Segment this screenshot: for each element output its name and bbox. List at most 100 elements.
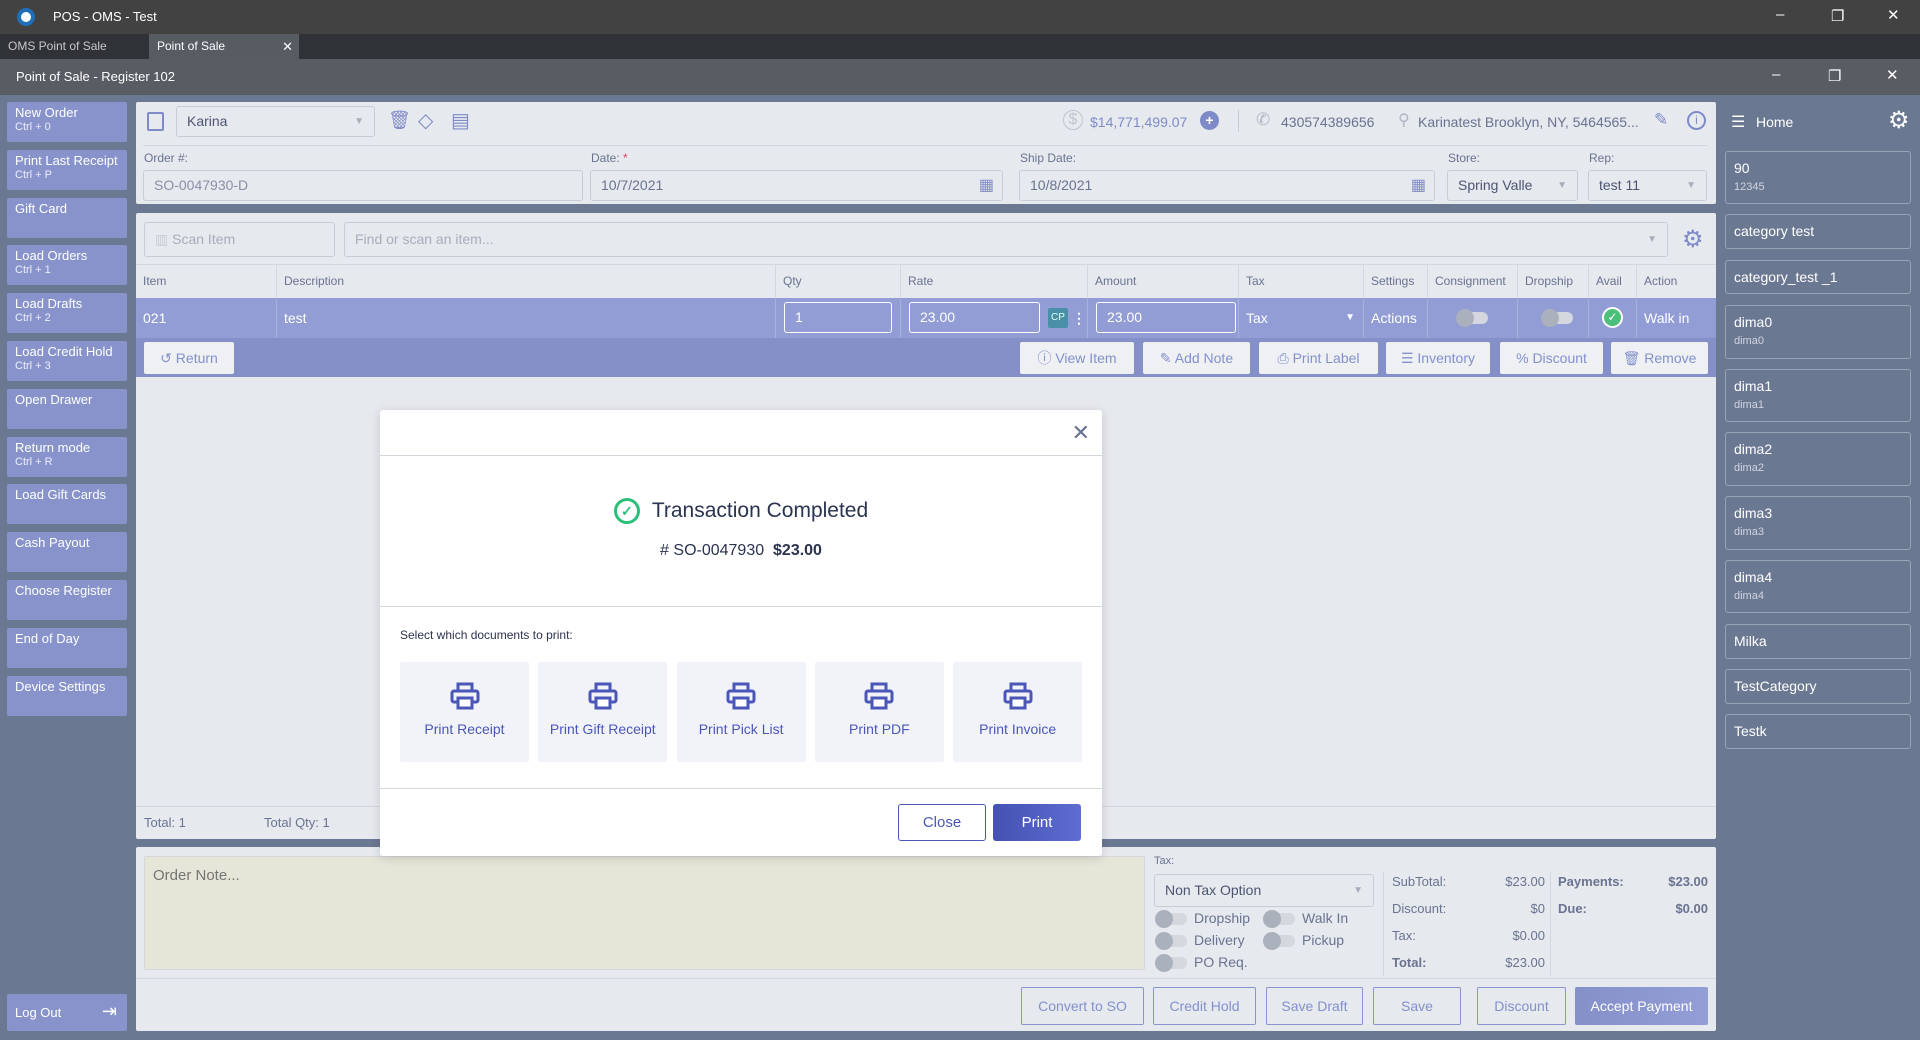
- column-header-item[interactable]: Item: [136, 264, 276, 298]
- column-header-action[interactable]: Action: [1636, 264, 1716, 298]
- sidebar-button-return-mode[interactable]: Return mode Ctrl + R: [7, 436, 127, 477]
- pickup-toggle[interactable]: [1263, 932, 1295, 950]
- sidebar-button-load-credit-hold[interactable]: Load Credit Hold Ctrl + 3: [7, 341, 127, 381]
- category-card[interactable]: Milka: [1725, 624, 1911, 659]
- tab-oms-point-of-sale[interactable]: OMS Point of Sale: [0, 34, 147, 59]
- add-note-button[interactable]: ✎ Add Note: [1143, 342, 1250, 374]
- close-modal-icon[interactable]: ✕: [1072, 420, 1090, 446]
- cp-badge[interactable]: CP: [1048, 308, 1068, 328]
- category-card[interactable]: 90 12345: [1725, 151, 1911, 204]
- sidebar-button-device-settings[interactable]: Device Settings: [7, 675, 127, 716]
- order-note-input[interactable]: [144, 856, 1145, 970]
- doc-option-print-invoice[interactable]: Print Invoice: [953, 662, 1083, 762]
- doc-option-print-receipt[interactable]: Print Receipt: [400, 662, 529, 762]
- home-link[interactable]: Home: [1756, 114, 1793, 130]
- walk-in-toggle[interactable]: [1263, 910, 1295, 928]
- column-header-qty[interactable]: Qty: [775, 264, 900, 298]
- menu-icon[interactable]: ☰: [1731, 112, 1745, 132]
- sidebar-button-gift-card[interactable]: Gift Card: [7, 197, 127, 238]
- tab-point-of-sale[interactable]: Point of Sale ✕: [149, 34, 299, 59]
- credit-hold-button[interactable]: Credit Hold: [1153, 987, 1256, 1025]
- column-header-tax[interactable]: Tax: [1238, 264, 1363, 298]
- doc-option-print-pdf[interactable]: Print PDF: [814, 662, 944, 762]
- column-header-rate[interactable]: Rate: [900, 264, 1087, 298]
- remove-button[interactable]: 🗑 Remove: [1611, 342, 1708, 374]
- minimize-button[interactable]: –: [1772, 66, 1780, 83]
- column-header-dropship[interactable]: Dropship: [1517, 264, 1588, 298]
- rate-input[interactable]: 23.00: [909, 302, 1040, 333]
- settings-gear-icon[interactable]: ⚙: [1888, 106, 1910, 135]
- calendar-icon[interactable]: ▦: [979, 171, 994, 200]
- return-button[interactable]: ↺ Return: [144, 342, 234, 374]
- dropship-toggle[interactable]: [1155, 910, 1187, 928]
- sidebar-button-load-gift-cards[interactable]: Load Gift Cards: [7, 484, 127, 525]
- sidebar-button-choose-register[interactable]: Choose Register: [7, 580, 127, 620]
- delivery-toggle[interactable]: [1155, 932, 1187, 950]
- sidebar-button-load-orders[interactable]: Load Orders Ctrl + 1: [7, 245, 127, 286]
- sidebar-button-load-drafts[interactable]: Load Drafts Ctrl + 2: [7, 293, 127, 334]
- category-card[interactable]: TestCategory: [1725, 669, 1911, 704]
- po-required-toggle[interactable]: [1155, 954, 1187, 972]
- save-draft-button[interactable]: Save Draft: [1266, 987, 1363, 1025]
- view-item-button[interactable]: ⓘ View Item: [1020, 342, 1134, 374]
- calendar-icon[interactable]: ▦: [1411, 171, 1426, 200]
- discount-button[interactable]: % Discount: [1500, 342, 1603, 374]
- customer-select[interactable]: Karina ▼: [176, 106, 375, 137]
- discount-order-button[interactable]: Discount: [1477, 987, 1566, 1025]
- doc-option-print-pick-list[interactable]: Print Pick List: [676, 662, 806, 762]
- maximize-button[interactable]: ❐: [1831, 7, 1844, 25]
- sidebar-button-new-order[interactable]: New Order Ctrl + 0: [7, 102, 127, 142]
- close-button[interactable]: ✕: [1886, 66, 1899, 84]
- accept-payment-button[interactable]: Accept Payment: [1575, 987, 1708, 1025]
- rep-select[interactable]: test 11 ▼: [1588, 170, 1707, 201]
- sidebar-button-end-of-day[interactable]: End of Day: [7, 627, 127, 668]
- category-card[interactable]: Testk: [1725, 714, 1911, 749]
- category-card[interactable]: dima4 dima4: [1725, 560, 1911, 613]
- category-card[interactable]: dima2 dima2: [1725, 432, 1911, 486]
- category-card[interactable]: dima3 dima3: [1725, 496, 1911, 550]
- add-payment-icon[interactable]: +: [1200, 111, 1219, 130]
- actions-menu[interactable]: Actions: [1363, 298, 1427, 338]
- scan-item-input[interactable]: ▥ Scan Item: [144, 222, 335, 257]
- edit-icon[interactable]: ✎: [1654, 110, 1668, 130]
- sidebar-button-cash-payout[interactable]: Cash Payout: [7, 532, 127, 573]
- category-card[interactable]: dima0 dima0: [1725, 305, 1911, 359]
- receipt-icon[interactable]: ▤: [451, 108, 470, 133]
- close-tab-icon[interactable]: ✕: [282, 34, 293, 59]
- delete-icon[interactable]: 🗑: [388, 110, 411, 131]
- tax-option-select[interactable]: Non Tax Option ▼: [1154, 874, 1374, 907]
- sidebar-button-open-drawer[interactable]: Open Drawer: [7, 388, 127, 429]
- category-card[interactable]: category_test _1: [1725, 260, 1911, 294]
- category-card[interactable]: dima1 dima1: [1725, 369, 1911, 422]
- settings-gear-icon[interactable]: ⚙: [1682, 225, 1704, 254]
- tag-icon[interactable]: ◇: [418, 108, 433, 133]
- close-button[interactable]: Close: [898, 804, 986, 841]
- log-out-button[interactable]: Log Out ⇥: [7, 994, 127, 1031]
- tax-select[interactable]: Tax ▼: [1238, 298, 1363, 338]
- inventory-button[interactable]: ☰ Inventory: [1386, 342, 1490, 374]
- column-header-amount[interactable]: Amount: [1087, 264, 1238, 298]
- store-select[interactable]: Spring Valle ▼: [1447, 170, 1578, 201]
- close-button[interactable]: ✕: [1887, 6, 1900, 24]
- doc-option-print-gift-receipt[interactable]: Print Gift Receipt: [538, 662, 668, 762]
- sidebar-button-print-last-receipt[interactable]: Print Last Receipt Ctrl + P: [7, 149, 127, 190]
- find-item-input[interactable]: Find or scan an item... ▼: [344, 222, 1668, 257]
- dropship-toggle[interactable]: [1541, 309, 1573, 327]
- minimize-button[interactable]: –: [1776, 6, 1784, 23]
- more-icon[interactable]: ⋮: [1072, 298, 1086, 338]
- qty-input[interactable]: 1: [784, 302, 892, 333]
- print-label-button[interactable]: ⎙ Print Label: [1259, 342, 1378, 374]
- ship-date-input[interactable]: 10/8/2021 ▦: [1019, 170, 1435, 201]
- print-button[interactable]: Print: [993, 804, 1081, 841]
- column-header-avail[interactable]: Avail: [1588, 264, 1636, 298]
- column-header-consignment[interactable]: Consignment: [1427, 264, 1517, 298]
- consignment-toggle[interactable]: [1456, 309, 1488, 327]
- column-header-description[interactable]: Description: [276, 264, 775, 298]
- convert-to-so-button[interactable]: Convert to SO: [1021, 987, 1144, 1025]
- save-button[interactable]: Save: [1373, 987, 1461, 1025]
- category-card[interactable]: category test: [1725, 214, 1911, 249]
- maximize-button[interactable]: ❐: [1828, 67, 1841, 85]
- column-header-settings[interactable]: Settings: [1363, 264, 1427, 298]
- info-icon[interactable]: i: [1687, 111, 1706, 130]
- amount-input[interactable]: 23.00: [1096, 302, 1236, 333]
